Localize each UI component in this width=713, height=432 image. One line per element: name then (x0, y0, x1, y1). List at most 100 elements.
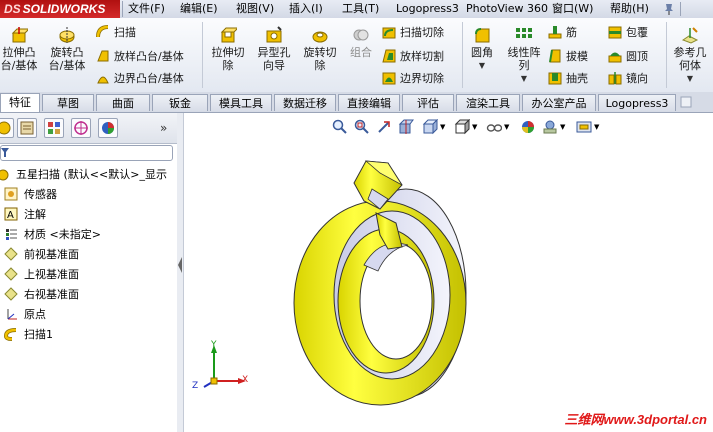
property-manager-tab-icon[interactable] (17, 118, 37, 138)
dome-button[interactable]: 圆顶 (608, 48, 648, 66)
tab-scroll-icon[interactable] (680, 96, 692, 108)
graphics-area[interactable]: ▼ ▼ ▼ ▼ ▼ Y X Z 三维网www.3dportal.cn (184, 113, 713, 432)
pane-splitter[interactable] (177, 113, 184, 432)
sweep-label: 扫描 (114, 26, 136, 39)
menu-window[interactable]: 窗口(W) (552, 0, 593, 18)
hide-show-dropdown-icon[interactable]: ▼ (504, 123, 509, 131)
display-style-icon[interactable] (454, 118, 471, 135)
tab-sketch[interactable]: 草图 (42, 94, 94, 111)
view-orientation-dropdown-icon[interactable]: ▼ (440, 123, 445, 131)
tree-item-label: 材质 <未指定> (24, 228, 101, 241)
boundary-boss-button[interactable]: 边界凸台/基体 (96, 70, 184, 88)
reference-geometry-button[interactable]: 参考几 何体 ▼ (668, 26, 712, 85)
tab-office-products[interactable]: 办公室产品 (522, 94, 596, 111)
tab-mold-tools[interactable]: 模具工具 (210, 94, 272, 111)
tab-data-migration[interactable]: 数据迁移 (274, 94, 336, 111)
triad-z-label: Z (192, 381, 199, 391)
tree-item-origin[interactable]: 原点 (4, 305, 46, 324)
loft-boss-button[interactable]: 放样凸台/基体 (96, 48, 184, 66)
tab-evaluate[interactable]: 评估 (402, 94, 454, 111)
filter-icon (1, 148, 9, 157)
swept-cut-button[interactable]: 扫描切除 (382, 24, 444, 42)
combine-button[interactable]: 组合 (342, 26, 380, 59)
display-style-dropdown-icon[interactable]: ▼ (472, 123, 477, 131)
apply-scene-dropdown-icon[interactable]: ▼ (560, 123, 565, 131)
menu-insert[interactable]: 插入(I) (289, 0, 323, 18)
feature-tree-filter[interactable] (0, 145, 173, 161)
shell-button[interactable]: 抽壳 (548, 70, 588, 88)
tab-render-tools[interactable]: 渲染工具 (456, 94, 520, 111)
wrap-button[interactable]: 包覆 (608, 24, 648, 42)
extrude-boss-icon (11, 27, 28, 43)
fillet-button[interactable]: 圆角 ▼ (462, 26, 502, 72)
linear-pattern-dropdown-icon[interactable]: ▼ (502, 72, 546, 85)
draft-button[interactable]: 拔模 (548, 48, 588, 66)
hole-wizard-button[interactable]: 异型孔 向导 (252, 26, 296, 72)
extrude-boss-button[interactable]: 拉伸凸 台/基体 (0, 26, 42, 72)
zoom-to-area-icon[interactable] (354, 119, 370, 135)
zoom-to-fit-icon[interactable] (332, 119, 348, 135)
menu-photoview[interactable]: PhotoView 360 (466, 0, 548, 18)
tree-root-part[interactable]: 五星扫描 (默认<<默认>_显示 (0, 165, 167, 184)
previous-view-icon[interactable] (376, 119, 392, 135)
hide-show-items-icon[interactable] (486, 119, 503, 135)
origin-icon (7, 309, 17, 320)
menu-tools[interactable]: 工具(T) (342, 0, 379, 18)
fillet-dropdown-icon[interactable]: ▼ (462, 59, 502, 72)
fillet-icon (475, 28, 490, 43)
linear-pattern-label: 线性阵 列 (507, 46, 541, 72)
tab-direct-editing[interactable]: 直接编辑 (338, 94, 400, 111)
extrude-cut-button[interactable]: 拉伸切 除 (206, 26, 250, 72)
tree-item-right-plane[interactable]: 右视基准面 (4, 285, 79, 304)
tab-surfaces[interactable]: 曲面 (96, 94, 150, 111)
svg-text:A: A (7, 210, 14, 221)
tree-item-annotations[interactable]: A 注解 (4, 205, 46, 224)
menu-logopress3[interactable]: Logopress3 (396, 0, 459, 18)
mirror-button[interactable]: 镜向 (608, 70, 648, 88)
solidworks-logo[interactable]: DS SOLIDWORKS (0, 0, 120, 18)
linear-pattern-button[interactable]: 线性阵 列 ▼ (502, 26, 546, 85)
tree-root-label: 五星扫描 (默认<<默认>_显示 (16, 168, 167, 181)
swept-cut-icon (382, 27, 396, 39)
dimxpert-tab-icon[interactable] (71, 118, 91, 138)
menu-edit[interactable]: 编辑(E) (180, 0, 218, 18)
configuration-manager-tab-icon[interactable] (44, 118, 64, 138)
extrude-cut-label: 拉伸切 除 (211, 46, 245, 72)
feature-tree-tab-icon[interactable] (0, 118, 14, 138)
lofted-cut-button[interactable]: 放样切割 (382, 48, 444, 66)
tree-item-front-plane[interactable]: 前视基准面 (4, 245, 79, 264)
tab-sheet-metal[interactable]: 钣金 (152, 94, 208, 111)
fillet-label: 圆角 (471, 46, 493, 59)
reference-geometry-dropdown-icon[interactable]: ▼ (668, 72, 712, 85)
view-settings-dropdown-icon[interactable]: ▼ (594, 123, 599, 131)
plane-icon (4, 287, 18, 301)
sweep-button[interactable]: 扫描 (96, 24, 136, 42)
tree-item-top-plane[interactable]: 上视基准面 (4, 265, 79, 284)
revolve-boss-label: 旋转凸 台/基体 (48, 46, 86, 72)
tree-item-material[interactable]: 材质 <未指定> (4, 225, 101, 244)
revolve-boss-button[interactable]: 旋转凸 台/基体 (44, 26, 90, 72)
display-manager-tab-icon[interactable] (98, 118, 118, 138)
draft-icon (549, 49, 561, 63)
dome-label: 圆顶 (626, 50, 648, 63)
expand-pane-icon[interactable]: » (160, 121, 167, 135)
pin-icon[interactable] (662, 2, 676, 16)
tab-features[interactable]: 特征 (0, 93, 40, 112)
revolve-cut-button[interactable]: 旋转切 除 (298, 26, 342, 72)
menu-view[interactable]: 视图(V) (236, 0, 274, 18)
tree-item-sweep1[interactable]: 扫描1 (4, 325, 53, 344)
revolve-cut-label: 旋转切 除 (303, 46, 337, 72)
tree-item-sensors[interactable]: 传感器 (4, 185, 57, 204)
view-orientation-icon[interactable] (422, 118, 439, 135)
rib-button[interactable]: 筋 (548, 24, 577, 42)
edit-appearance-icon[interactable] (520, 119, 536, 135)
menu-file[interactable]: 文件(F) (128, 0, 165, 18)
tab-logopress3[interactable]: Logopress3 (598, 94, 676, 111)
sweep-ring-model[interactable] (284, 153, 484, 413)
boundary-cut-button[interactable]: 边界切除 (382, 70, 444, 88)
revolve-cut-icon (312, 31, 328, 43)
menu-help[interactable]: 帮助(H) (610, 0, 649, 18)
section-view-icon[interactable] (398, 119, 414, 135)
apply-scene-icon[interactable] (542, 119, 558, 135)
view-settings-icon[interactable] (576, 119, 592, 135)
